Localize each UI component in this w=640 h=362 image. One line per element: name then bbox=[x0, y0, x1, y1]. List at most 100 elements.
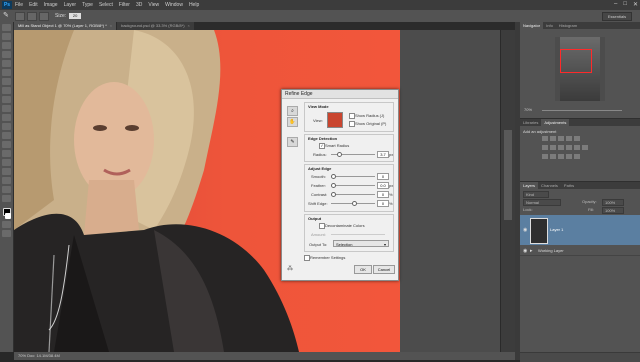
gradient-map-icon[interactable] bbox=[566, 154, 572, 159]
new-selection-mode[interactable] bbox=[15, 11, 25, 21]
color-balance-icon[interactable] bbox=[550, 145, 556, 150]
selective-color-icon[interactable] bbox=[574, 154, 580, 159]
subtract-selection-mode[interactable] bbox=[39, 11, 49, 21]
quick-selection-tool-icon[interactable] bbox=[2, 51, 11, 58]
menu-window[interactable]: Window bbox=[165, 2, 183, 8]
ok-button[interactable]: OK bbox=[354, 265, 372, 274]
layer-name[interactable]: Working Layer bbox=[538, 248, 564, 253]
path-selection-tool-icon[interactable] bbox=[2, 168, 11, 175]
menu-layer[interactable]: Layer bbox=[64, 2, 77, 8]
opacity-field[interactable]: 100% bbox=[602, 199, 624, 206]
tab-navigator[interactable]: Navigator bbox=[520, 22, 544, 29]
tab-libraries[interactable]: Libraries bbox=[520, 119, 541, 126]
curves-icon[interactable] bbox=[558, 136, 564, 141]
menu-help[interactable]: Help bbox=[189, 2, 199, 8]
tab-document-1[interactable]: Mill as Stand Object 1 @ 70% (Layer 1, R… bbox=[14, 22, 117, 30]
color-lookup-icon[interactable] bbox=[582, 145, 588, 150]
navigator-thumbnail[interactable] bbox=[555, 37, 605, 101]
smooth-slider-knob[interactable] bbox=[331, 174, 336, 179]
shape-tool-icon[interactable] bbox=[2, 177, 11, 184]
hand-tool-icon[interactable]: ✋ bbox=[287, 117, 298, 127]
tab-info[interactable]: Info bbox=[543, 22, 556, 29]
type-tool-icon[interactable] bbox=[2, 159, 11, 166]
history-brush-tool-icon[interactable] bbox=[2, 105, 11, 112]
zoom-slider[interactable] bbox=[542, 110, 622, 111]
blur-tool-icon[interactable] bbox=[2, 132, 11, 139]
quick-selection-tool-icon[interactable]: ✎ bbox=[3, 12, 13, 20]
refine-radius-tool-icon[interactable]: ✎ bbox=[287, 137, 298, 147]
smooth-slider[interactable] bbox=[331, 176, 375, 177]
brightness-icon[interactable] bbox=[542, 136, 548, 141]
eraser-tool-icon[interactable] bbox=[2, 114, 11, 121]
visibility-eye-icon[interactable]: ◉ bbox=[523, 248, 527, 254]
menu-select[interactable]: Select bbox=[99, 2, 113, 8]
hue-saturation-icon[interactable] bbox=[542, 145, 548, 150]
tab-histogram[interactable]: Histogram bbox=[556, 22, 580, 29]
contrast-slider-knob[interactable] bbox=[331, 192, 336, 197]
zoom-value[interactable]: 70% bbox=[524, 107, 532, 112]
stamp-tool-icon[interactable] bbox=[2, 96, 11, 103]
hand-tool-icon[interactable] bbox=[2, 186, 11, 193]
gradient-tool-icon[interactable] bbox=[2, 123, 11, 130]
marquee-tool-icon[interactable] bbox=[2, 33, 11, 40]
menu-type[interactable]: Type bbox=[82, 2, 93, 8]
scrollbar-thumb[interactable] bbox=[504, 130, 512, 220]
minimize-button[interactable]: – bbox=[614, 1, 617, 8]
feather-slider[interactable] bbox=[331, 185, 375, 186]
threshold-icon[interactable] bbox=[558, 154, 564, 159]
photo-filter-icon[interactable] bbox=[566, 145, 572, 150]
tab-channels[interactable]: Channels bbox=[538, 182, 561, 189]
brush-size-field[interactable]: 20 bbox=[69, 13, 82, 19]
kind-filter-select[interactable]: Kind bbox=[523, 191, 549, 198]
channel-mixer-icon[interactable] bbox=[574, 145, 580, 150]
output-to-select[interactable]: Selection ▾ bbox=[333, 240, 389, 247]
feather-slider-knob[interactable] bbox=[331, 183, 336, 188]
smooth-input[interactable]: 0 bbox=[377, 173, 389, 180]
tab-document-2[interactable]: background.psd @ 33.3% (RGB/8*) × bbox=[117, 22, 194, 30]
invert-icon[interactable] bbox=[542, 154, 548, 159]
layer-row-working-layer[interactable]: ◉ ▸ Working Layer bbox=[520, 246, 640, 256]
shift-edge-slider-knob[interactable] bbox=[352, 201, 357, 206]
menu-view[interactable]: View bbox=[148, 2, 159, 8]
lasso-tool-icon[interactable] bbox=[2, 42, 11, 49]
maximize-button[interactable]: □ bbox=[623, 1, 627, 8]
tab-paths[interactable]: Paths bbox=[561, 182, 577, 189]
levels-icon[interactable] bbox=[550, 136, 556, 141]
crop-tool-icon[interactable] bbox=[2, 60, 11, 67]
tab-layers[interactable]: Layers bbox=[520, 182, 539, 189]
zoom-tool-icon[interactable] bbox=[2, 195, 11, 202]
feather-input[interactable]: 0.0 bbox=[377, 182, 389, 189]
contrast-input[interactable]: 0 bbox=[377, 191, 389, 198]
add-selection-mode[interactable] bbox=[27, 11, 37, 21]
contrast-slider[interactable] bbox=[331, 194, 375, 195]
menu-image[interactable]: Image bbox=[44, 2, 58, 8]
posterize-icon[interactable] bbox=[550, 154, 556, 159]
menu-filter[interactable]: Filter bbox=[119, 2, 130, 8]
menu-3d[interactable]: 3D bbox=[136, 2, 142, 8]
cancel-button[interactable]: Cancel bbox=[373, 265, 395, 274]
screen-mode-icon[interactable] bbox=[2, 230, 11, 237]
brush-tool-icon[interactable] bbox=[2, 87, 11, 94]
menu-edit[interactable]: Edit bbox=[29, 2, 38, 8]
radius-input[interactable]: 3.7 bbox=[377, 151, 389, 158]
move-tool-icon[interactable] bbox=[2, 24, 11, 31]
healing-tool-icon[interactable] bbox=[2, 78, 11, 85]
radius-slider-knob[interactable] bbox=[337, 152, 342, 157]
shift-edge-input[interactable]: 0 bbox=[377, 200, 389, 207]
vibrance-icon[interactable] bbox=[574, 136, 580, 141]
layer-row-layer-1[interactable]: ◉ Layer 1 bbox=[520, 215, 640, 245]
layer-name[interactable]: Layer 1 bbox=[550, 227, 563, 232]
exposure-icon[interactable] bbox=[566, 136, 572, 141]
pen-tool-icon[interactable] bbox=[2, 150, 11, 157]
blend-mode-select[interactable]: Normal bbox=[523, 199, 561, 206]
fill-field[interactable]: 100% bbox=[602, 207, 624, 214]
quick-mask-icon[interactable] bbox=[2, 221, 11, 228]
close-button[interactable]: ✕ bbox=[633, 1, 638, 8]
navigator-view-box[interactable] bbox=[560, 49, 592, 73]
close-tab-icon[interactable]: × bbox=[110, 23, 112, 28]
tab-adjustments[interactable]: Adjustments bbox=[541, 119, 570, 126]
black-white-icon[interactable] bbox=[558, 145, 564, 150]
view-mode-thumbnail[interactable] bbox=[327, 112, 343, 128]
eyedropper-tool-icon[interactable] bbox=[2, 69, 11, 76]
background-color-swatch[interactable] bbox=[5, 213, 11, 219]
